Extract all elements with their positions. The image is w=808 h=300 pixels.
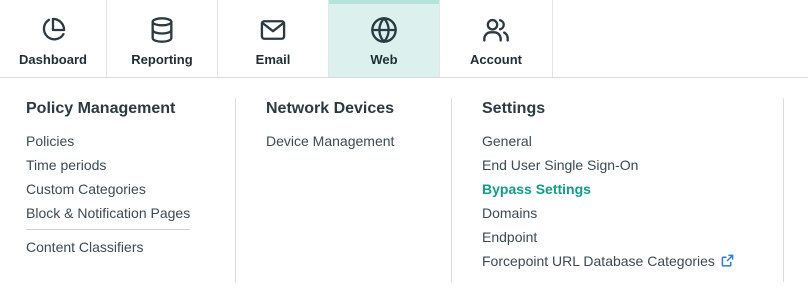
web-mega-menu: Policy Management Policies Time periods … — [0, 78, 808, 300]
tab-label: Reporting — [131, 52, 193, 67]
globe-icon — [370, 16, 398, 44]
menu-item-device-management[interactable]: Device Management — [266, 129, 436, 153]
menu-item-end-user-sso[interactable]: End User Single Sign-On — [482, 153, 762, 177]
column-divider — [235, 98, 236, 282]
tab-reporting[interactable]: Reporting — [107, 0, 218, 77]
menu-item-bypass-settings[interactable]: Bypass Settings — [482, 177, 762, 201]
menu-item-label: Forcepoint URL Database Categories — [482, 253, 715, 269]
menu-item-endpoint[interactable]: Endpoint — [482, 225, 762, 249]
tab-label: Email — [255, 52, 291, 67]
tab-dashboard[interactable]: Dashboard — [0, 0, 107, 77]
policy-management-column: Policy Management Policies Time periods … — [26, 98, 216, 259]
column-divider — [451, 98, 452, 282]
tab-label: Web — [370, 52, 398, 67]
section-heading: Settings — [482, 100, 546, 117]
menu-item-content-classifiers[interactable]: Content Classifiers — [26, 235, 216, 259]
tab-email[interactable]: Email — [218, 0, 329, 77]
section-heading: Policy Management — [26, 100, 176, 117]
menu-item-block-notification-pages[interactable]: Block & Notification Pages — [26, 201, 216, 225]
menu-item-url-database-categories[interactable]: Forcepoint URL Database Categories — [482, 249, 762, 273]
menu-item-domains[interactable]: Domains — [482, 201, 762, 225]
pie-chart-icon — [39, 16, 67, 44]
tab-label: Dashboard — [19, 52, 87, 67]
menu-item-custom-categories[interactable]: Custom Categories — [26, 177, 216, 201]
top-navigation: Dashboard Reporting Email Web Account — [0, 0, 808, 78]
settings-column: Settings General End User Single Sign-On… — [482, 98, 762, 273]
external-link-icon — [721, 250, 734, 267]
tab-account[interactable]: Account — [440, 0, 553, 77]
menu-item-policies[interactable]: Policies — [26, 129, 216, 153]
divider — [26, 229, 190, 230]
users-icon — [482, 16, 510, 44]
menu-item-time-periods[interactable]: Time periods — [26, 153, 216, 177]
network-devices-column: Network Devices Device Management — [266, 98, 436, 153]
tab-web[interactable]: Web — [329, 0, 440, 77]
tab-label: Account — [470, 52, 522, 67]
mail-icon — [259, 16, 287, 44]
database-icon — [148, 16, 176, 44]
column-divider — [783, 98, 784, 282]
section-heading: Network Devices — [266, 100, 395, 117]
menu-item-general[interactable]: General — [482, 129, 762, 153]
